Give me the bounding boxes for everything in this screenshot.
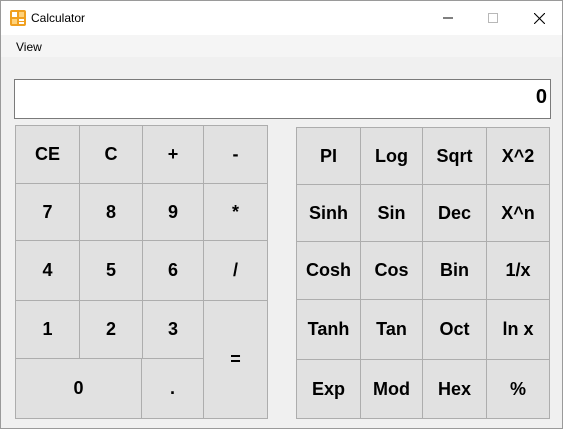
minimize-button[interactable] [425,1,471,35]
menu-view[interactable]: View [16,40,42,54]
divide-button[interactable]: / [203,240,268,301]
digit-9-button[interactable]: 9 [142,183,204,241]
minus-button[interactable]: - [203,125,268,184]
log-button[interactable]: Log [360,127,423,185]
digit-6-button[interactable]: 6 [142,240,204,301]
tanh-button[interactable]: Tanh [296,299,361,360]
maximize-button[interactable] [470,1,516,35]
menu-bar: View [1,35,562,57]
ce-button[interactable]: CE [15,125,80,184]
oct-button[interactable]: Oct [422,299,487,360]
clear-button[interactable]: C [79,125,143,184]
digit-1-button[interactable]: 1 [15,300,80,359]
sqrt-button[interactable]: Sqrt [422,127,487,185]
exp-button[interactable]: Exp [296,359,361,419]
reciprocal-button[interactable]: 1/x [486,241,550,300]
percent-button[interactable]: % [486,359,550,419]
hex-button[interactable]: Hex [422,359,487,419]
pi-button[interactable]: PI [296,127,361,185]
calculator-app-icon [10,10,26,26]
close-button[interactable] [516,1,562,35]
digit-5-button[interactable]: 5 [79,240,143,301]
cos-button[interactable]: Cos [360,241,423,300]
digit-2-button[interactable]: 2 [79,300,143,359]
equals-button[interactable]: = [203,300,268,419]
calculator-window: Calculator View 0 CE C + - 7 8 9 * 4 5 6… [0,0,563,429]
cosh-button[interactable]: Cosh [296,241,361,300]
window-title: Calculator [31,11,86,25]
dec-button[interactable]: Dec [422,184,487,242]
digit-0-button[interactable]: 0 [15,358,142,419]
multiply-button[interactable]: * [203,183,268,241]
sin-button[interactable]: Sin [360,184,423,242]
square-button[interactable]: X^2 [486,127,550,185]
digit-3-button[interactable]: 3 [142,300,204,359]
tan-button[interactable]: Tan [360,299,423,360]
power-button[interactable]: X^n [486,184,550,242]
decimal-point-button[interactable]: . [141,358,204,419]
sinh-button[interactable]: Sinh [296,184,361,242]
display-value: 0 [535,86,547,108]
plus-button[interactable]: + [142,125,204,184]
ln-button[interactable]: ln x [486,299,550,360]
maximize-icon [488,13,498,23]
mod-button[interactable]: Mod [360,359,423,419]
digit-7-button[interactable]: 7 [15,183,80,241]
digit-4-button[interactable]: 4 [15,240,80,301]
close-icon [533,12,545,24]
minimize-icon [443,17,453,19]
title-bar: Calculator [1,1,562,35]
bin-button[interactable]: Bin [422,241,487,300]
result-display: 0 [14,79,551,119]
digit-8-button[interactable]: 8 [79,183,143,241]
